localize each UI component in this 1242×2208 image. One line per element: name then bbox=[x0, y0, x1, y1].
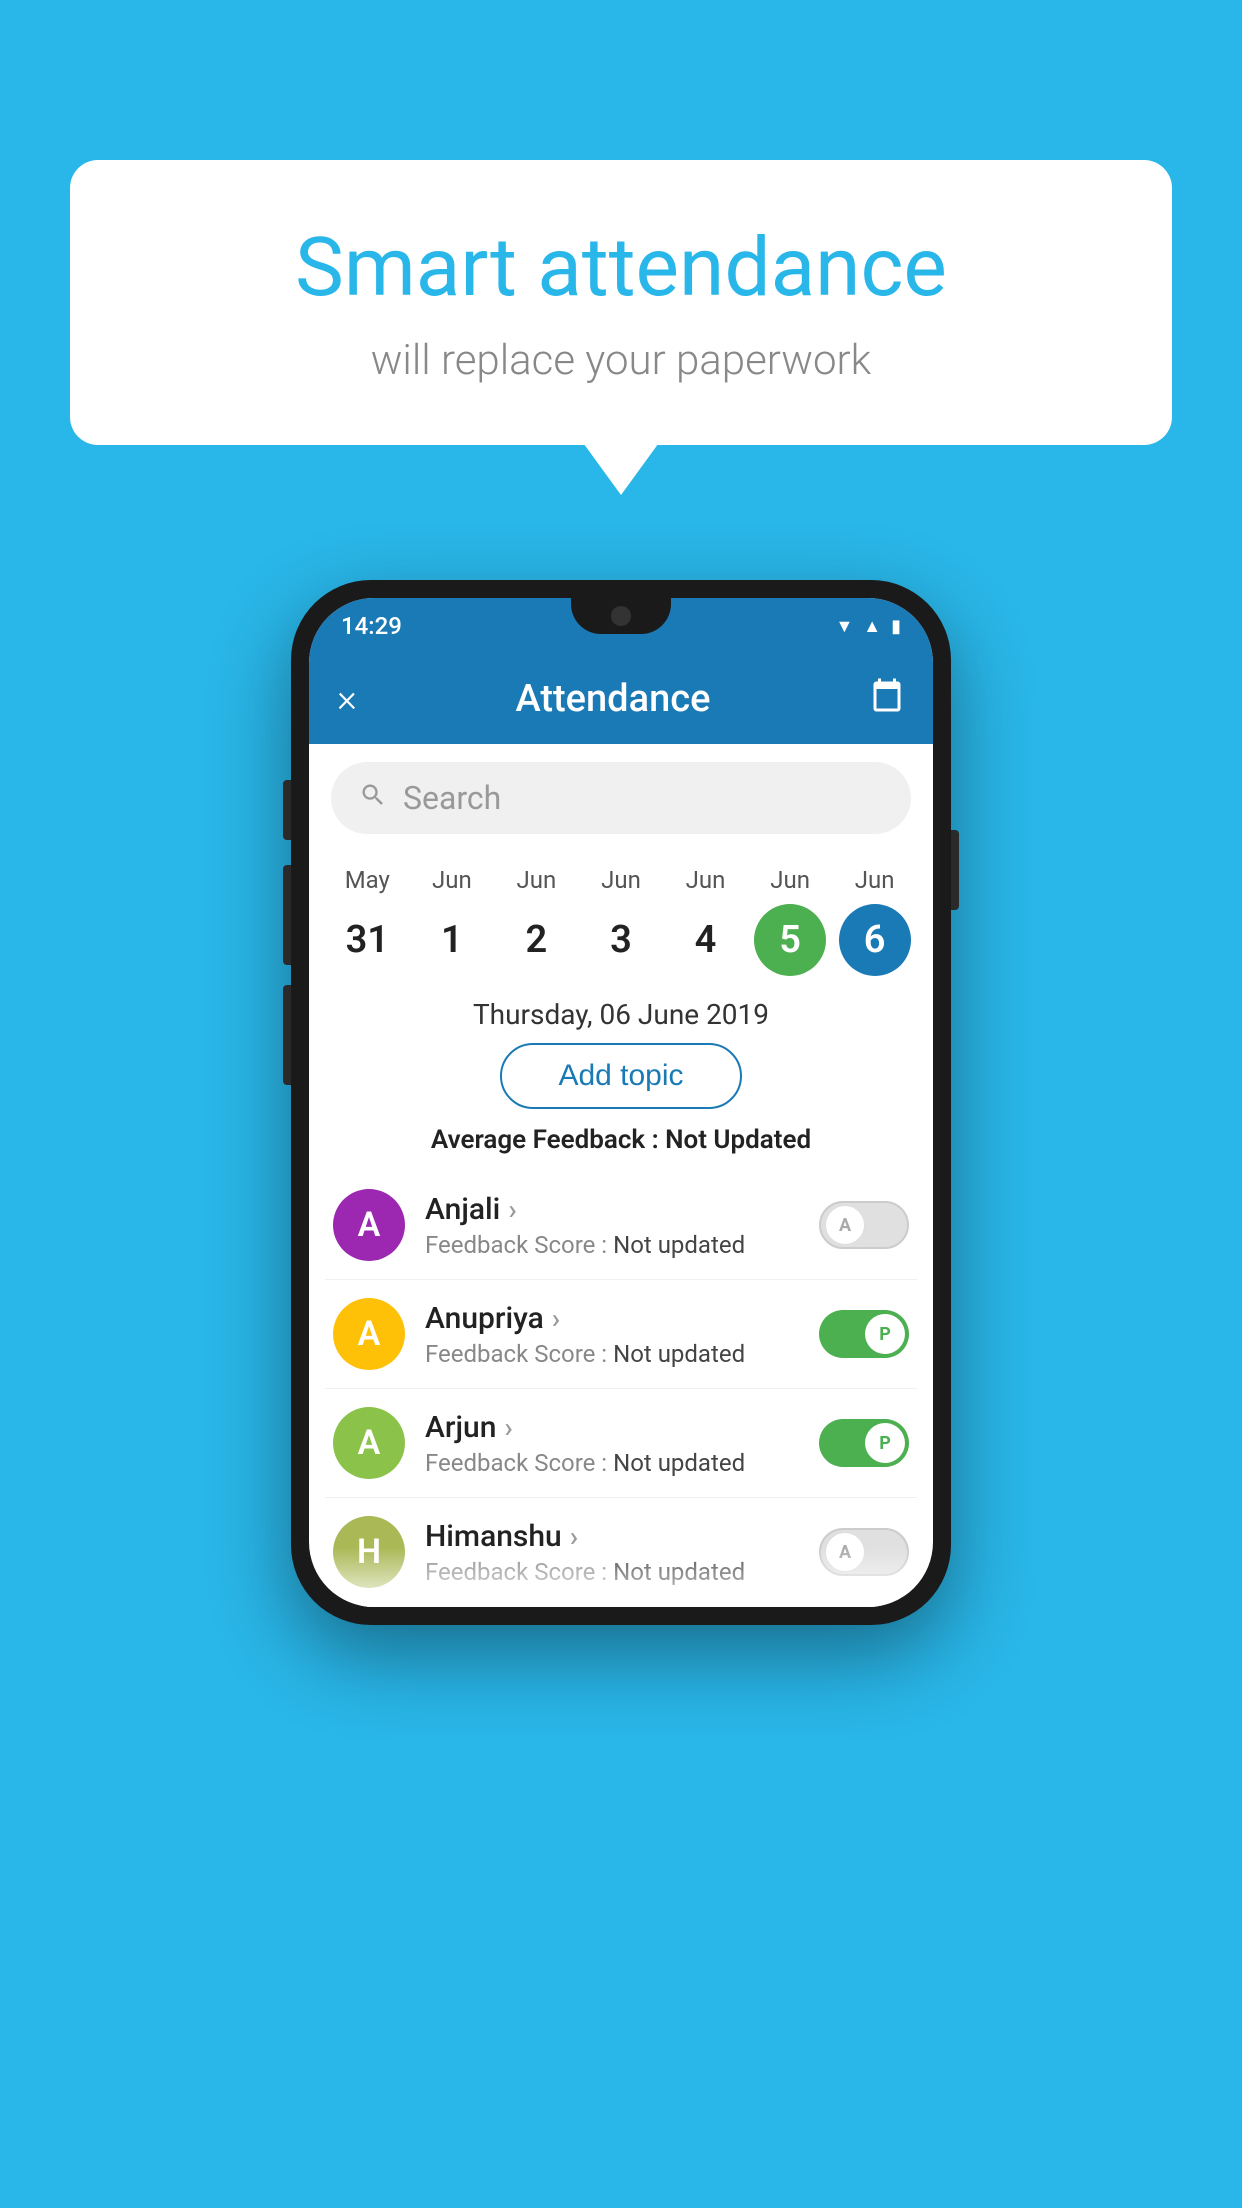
search-placeholder: Search bbox=[403, 779, 501, 817]
status-time: 14:29 bbox=[341, 612, 402, 640]
bubble-subtitle: will replace your paperwork bbox=[150, 336, 1092, 385]
student-info: Anjali Feedback Score : Not updated bbox=[425, 1192, 799, 1259]
student-list: AAnjaliFeedback Score : Not updatedAAAnu… bbox=[309, 1171, 933, 1607]
attendance-toggle[interactable]: A bbox=[819, 1201, 909, 1249]
power-button bbox=[951, 830, 959, 910]
speech-bubble-wrapper: Smart attendance will replace your paper… bbox=[70, 160, 1172, 445]
toggle-switch[interactable]: A bbox=[819, 1201, 909, 1249]
phone-screen: 14:29 ▼ ▲ ▮ × Attendance bbox=[309, 598, 933, 1607]
attendance-toggle[interactable]: P bbox=[819, 1310, 909, 1358]
cal-month-label: Jun bbox=[686, 866, 726, 894]
close-button[interactable]: × bbox=[337, 680, 357, 718]
cal-date-number[interactable]: 2 bbox=[500, 904, 572, 976]
calendar-day[interactable]: Jun 6 bbox=[835, 866, 915, 976]
cal-date-number[interactable]: 4 bbox=[670, 904, 742, 976]
toggle-switch[interactable]: P bbox=[819, 1419, 909, 1467]
bubble-title: Smart attendance bbox=[150, 220, 1092, 316]
avg-feedback-label: Average Feedback : bbox=[431, 1125, 665, 1155]
calendar-day[interactable]: Jun 1 bbox=[412, 866, 492, 976]
wifi-icon: ▼ bbox=[835, 616, 853, 637]
cal-date-number[interactable]: 31 bbox=[331, 904, 403, 976]
calendar-day[interactable]: Jun 5 bbox=[750, 866, 830, 976]
cal-date-number[interactable]: 6 bbox=[839, 904, 911, 976]
calendar-day[interactable]: Jun 3 bbox=[581, 866, 661, 976]
cal-month-label: May bbox=[345, 866, 390, 894]
front-camera bbox=[611, 606, 631, 626]
header-title: Attendance bbox=[515, 677, 710, 721]
attendance-toggle[interactable]: A bbox=[819, 1528, 909, 1576]
search-icon bbox=[359, 781, 387, 816]
add-topic-button[interactable]: Add topic bbox=[500, 1043, 741, 1109]
student-info: Arjun Feedback Score : Not updated bbox=[425, 1410, 799, 1477]
student-feedback: Feedback Score : Not updated bbox=[425, 1558, 799, 1586]
student-info: Anupriya Feedback Score : Not updated bbox=[425, 1301, 799, 1368]
toggle-thumb: A bbox=[825, 1532, 865, 1572]
cal-month-label: Jun bbox=[517, 866, 557, 894]
cal-date-number[interactable]: 1 bbox=[416, 904, 488, 976]
student-name: Anjali bbox=[425, 1192, 799, 1227]
volume-up-button bbox=[283, 865, 291, 965]
toggle-thumb: P bbox=[865, 1423, 905, 1463]
student-avatar: A bbox=[333, 1407, 405, 1479]
avg-feedback-value: Not Updated bbox=[665, 1125, 811, 1155]
student-avatar: H bbox=[333, 1516, 405, 1588]
volume-down-button bbox=[283, 985, 291, 1085]
cal-month-label: Jun bbox=[601, 866, 641, 894]
calendar-day[interactable]: Jun 4 bbox=[666, 866, 746, 976]
cal-date-number[interactable]: 5 bbox=[754, 904, 826, 976]
student-info: Himanshu Feedback Score : Not updated bbox=[425, 1519, 799, 1586]
side-button-1 bbox=[283, 780, 291, 840]
phone-notch bbox=[571, 598, 671, 634]
signal-icon: ▲ bbox=[863, 616, 881, 637]
cal-month-label: Jun bbox=[432, 866, 472, 894]
toggle-thumb: P bbox=[865, 1314, 905, 1354]
selected-date-text: Thursday, 06 June 2019 bbox=[309, 976, 933, 1043]
student-avatar: A bbox=[333, 1298, 405, 1370]
student-item[interactable]: A Anupriya Feedback Score : Not updated P bbox=[325, 1280, 917, 1389]
student-item[interactable]: H Himanshu Feedback Score : Not updated A bbox=[325, 1498, 917, 1607]
student-item[interactable]: A Arjun Feedback Score : Not updated P bbox=[325, 1389, 917, 1498]
app-header: × Attendance bbox=[309, 654, 933, 744]
cal-date-number[interactable]: 3 bbox=[585, 904, 657, 976]
calendar-day[interactable]: Jun 2 bbox=[496, 866, 576, 976]
student-item[interactable]: A Anjali Feedback Score : Not updated A bbox=[325, 1171, 917, 1280]
student-name: Arjun bbox=[425, 1410, 799, 1445]
attendance-toggle[interactable]: P bbox=[819, 1419, 909, 1467]
phone-wrapper: 14:29 ▼ ▲ ▮ × Attendance bbox=[291, 580, 951, 1625]
student-feedback: Feedback Score : Not updated bbox=[425, 1340, 799, 1368]
student-name: Himanshu bbox=[425, 1519, 799, 1554]
student-feedback: Feedback Score : Not updated bbox=[425, 1231, 799, 1259]
status-icons: ▼ ▲ ▮ bbox=[835, 616, 901, 637]
speech-bubble: Smart attendance will replace your paper… bbox=[70, 160, 1172, 445]
toggle-thumb: A bbox=[825, 1205, 865, 1245]
student-feedback: Feedback Score : Not updated bbox=[425, 1449, 799, 1477]
battery-icon: ▮ bbox=[891, 616, 901, 637]
calendar-icon[interactable] bbox=[869, 677, 905, 721]
phone-frame: 14:29 ▼ ▲ ▮ × Attendance bbox=[291, 580, 951, 1625]
cal-month-label: Jun bbox=[770, 866, 810, 894]
student-name: Anupriya bbox=[425, 1301, 799, 1336]
toggle-switch[interactable]: P bbox=[819, 1310, 909, 1358]
avg-feedback: Average Feedback : Not Updated bbox=[309, 1125, 933, 1155]
calendar-day[interactable]: May 31 bbox=[327, 866, 407, 976]
student-avatar: A bbox=[333, 1189, 405, 1261]
calendar-row: May 31 Jun 1 Jun 2 Jun 3 Jun 4 Jun 5 Jun 6 bbox=[309, 852, 933, 976]
search-bar[interactable]: Search bbox=[331, 762, 911, 834]
cal-month-label: Jun bbox=[855, 866, 895, 894]
toggle-switch[interactable]: A bbox=[819, 1528, 909, 1576]
